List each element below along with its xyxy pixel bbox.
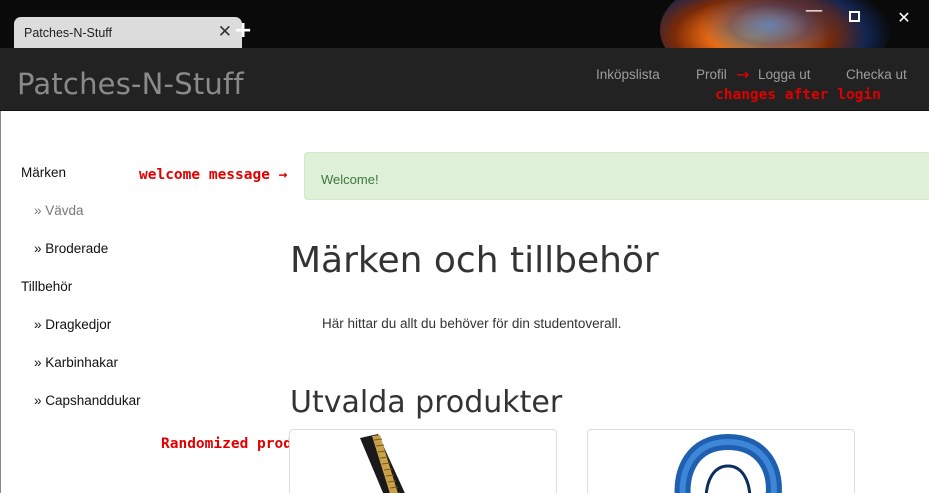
nav-link-profile[interactable]: Profil	[696, 67, 727, 82]
page-lead-text: Här hittar du allt du behöver för din st…	[322, 316, 622, 331]
site-brand[interactable]: Patches-N-Stuff	[17, 67, 244, 101]
minimize-icon[interactable]: —	[804, 0, 824, 21]
close-window-icon[interactable]: ✕	[894, 8, 914, 27]
sidebar-item-capshanddukar[interactable]: » Capshanddukar	[34, 393, 141, 408]
browser-tab-title: Patches-N-Stuff	[24, 25, 113, 40]
nav-link-checkout[interactable]: Checka ut	[846, 67, 907, 82]
annotation-login: changes after login	[715, 87, 881, 103]
zipper-image	[360, 434, 405, 493]
close-tab-icon[interactable]: ✕	[218, 24, 232, 41]
browser-tab[interactable]: Patches-N-Stuff ✕	[14, 17, 242, 48]
nav-link-logout[interactable]: Logga ut	[758, 67, 811, 82]
sidebar-category-marken[interactable]: Märken	[21, 165, 66, 180]
sidebar-item-vavda[interactable]: » Vävda	[34, 203, 84, 218]
browser-titlebar: Patches-N-Stuff ✕ + — ✕	[0, 0, 929, 48]
welcome-alert-text: Welcome!	[321, 172, 379, 187]
sidebar-item-dragkedjor[interactable]: » Dragkedjor	[34, 317, 111, 332]
sidebar-category-tillbehor[interactable]: Tillbehör	[21, 279, 72, 294]
maximize-icon[interactable]	[849, 11, 860, 22]
sidebar-item-broderade[interactable]: » Broderade	[34, 241, 108, 256]
window-left-border	[0, 111, 1, 493]
carabiner-image	[674, 433, 782, 493]
annotation-welcome: welcome message →	[139, 167, 288, 183]
welcome-alert: Welcome!	[304, 152, 929, 200]
nav-link-cart[interactable]: Inköpslista	[596, 67, 660, 82]
product-card[interactable]	[289, 429, 557, 493]
product-card[interactable]	[587, 429, 855, 493]
annotation-arrow-icon: →	[736, 65, 750, 84]
page-title: Märken och tillbehör	[290, 240, 659, 281]
sidebar-item-karbinhakar[interactable]: » Karbinhakar	[34, 355, 118, 370]
new-tab-icon[interactable]: +	[234, 20, 252, 42]
featured-products-heading: Utvalda produkter	[290, 385, 563, 420]
